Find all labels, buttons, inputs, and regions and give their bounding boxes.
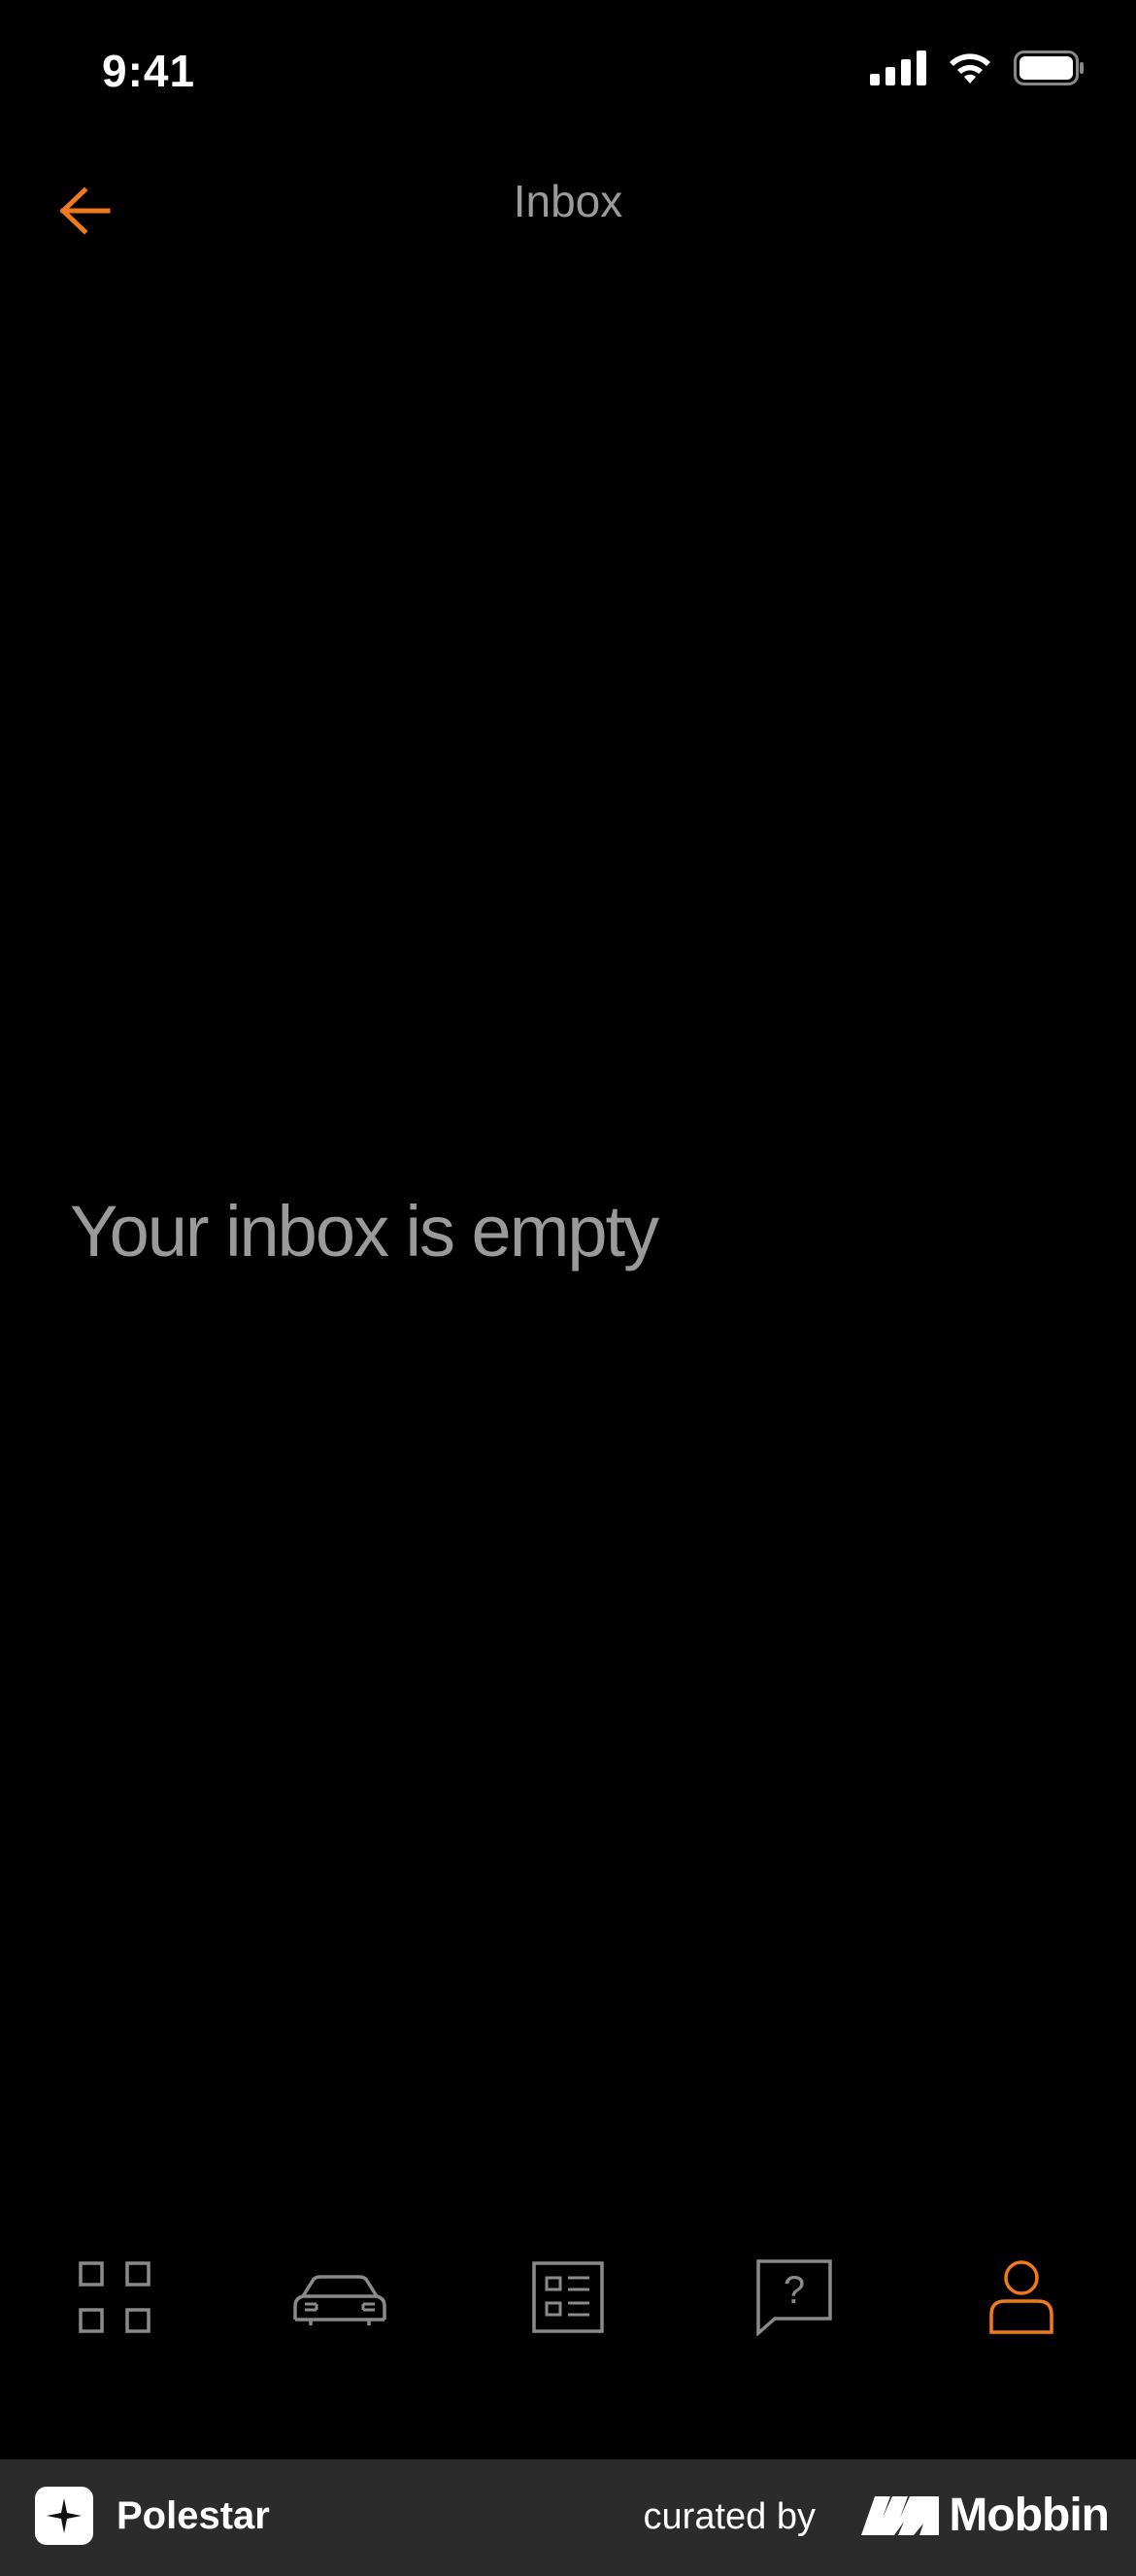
svg-text:?: ?	[784, 2269, 805, 2312]
battery-icon	[1014, 51, 1084, 85]
wifi-icon	[950, 53, 990, 84]
mobbin-mark-icon	[861, 2495, 940, 2535]
footer-curated-label: curated by	[643, 2496, 816, 2537]
help-icon: ?	[756, 2259, 832, 2336]
tab-orders[interactable]	[500, 2234, 636, 2360]
list-icon	[532, 2261, 604, 2333]
status-icons	[870, 51, 1086, 85]
tab-bar: ?	[0, 2234, 1136, 2360]
polestar-star-icon	[47, 2498, 82, 2533]
footer-bar: Polestar curated by Mobbin	[0, 2459, 1136, 2576]
polestar-logo	[35, 2487, 93, 2545]
profile-icon	[989, 2260, 1053, 2334]
tab-support[interactable]: ?	[726, 2234, 862, 2360]
mobbin-logo: Mobbin	[861, 2489, 1110, 2542]
page-title: Inbox	[513, 176, 623, 226]
footer-brand: Polestar	[117, 2494, 270, 2537]
cellular-signal-icon	[870, 51, 926, 85]
empty-state-message: Your inbox is empty	[70, 1191, 659, 1271]
status-time: 9:41	[102, 46, 196, 96]
footer-mobbin-text: Mobbin	[949, 2490, 1110, 2541]
status-bar: 9:41	[0, 0, 1136, 146]
grid-icon	[79, 2261, 150, 2333]
tab-car[interactable]	[272, 2234, 408, 2360]
tab-profile[interactable]	[953, 2234, 1089, 2360]
car-icon	[293, 2275, 386, 2325]
tab-dashboard[interactable]	[47, 2234, 183, 2360]
nav-bar: Inbox	[0, 146, 1136, 272]
